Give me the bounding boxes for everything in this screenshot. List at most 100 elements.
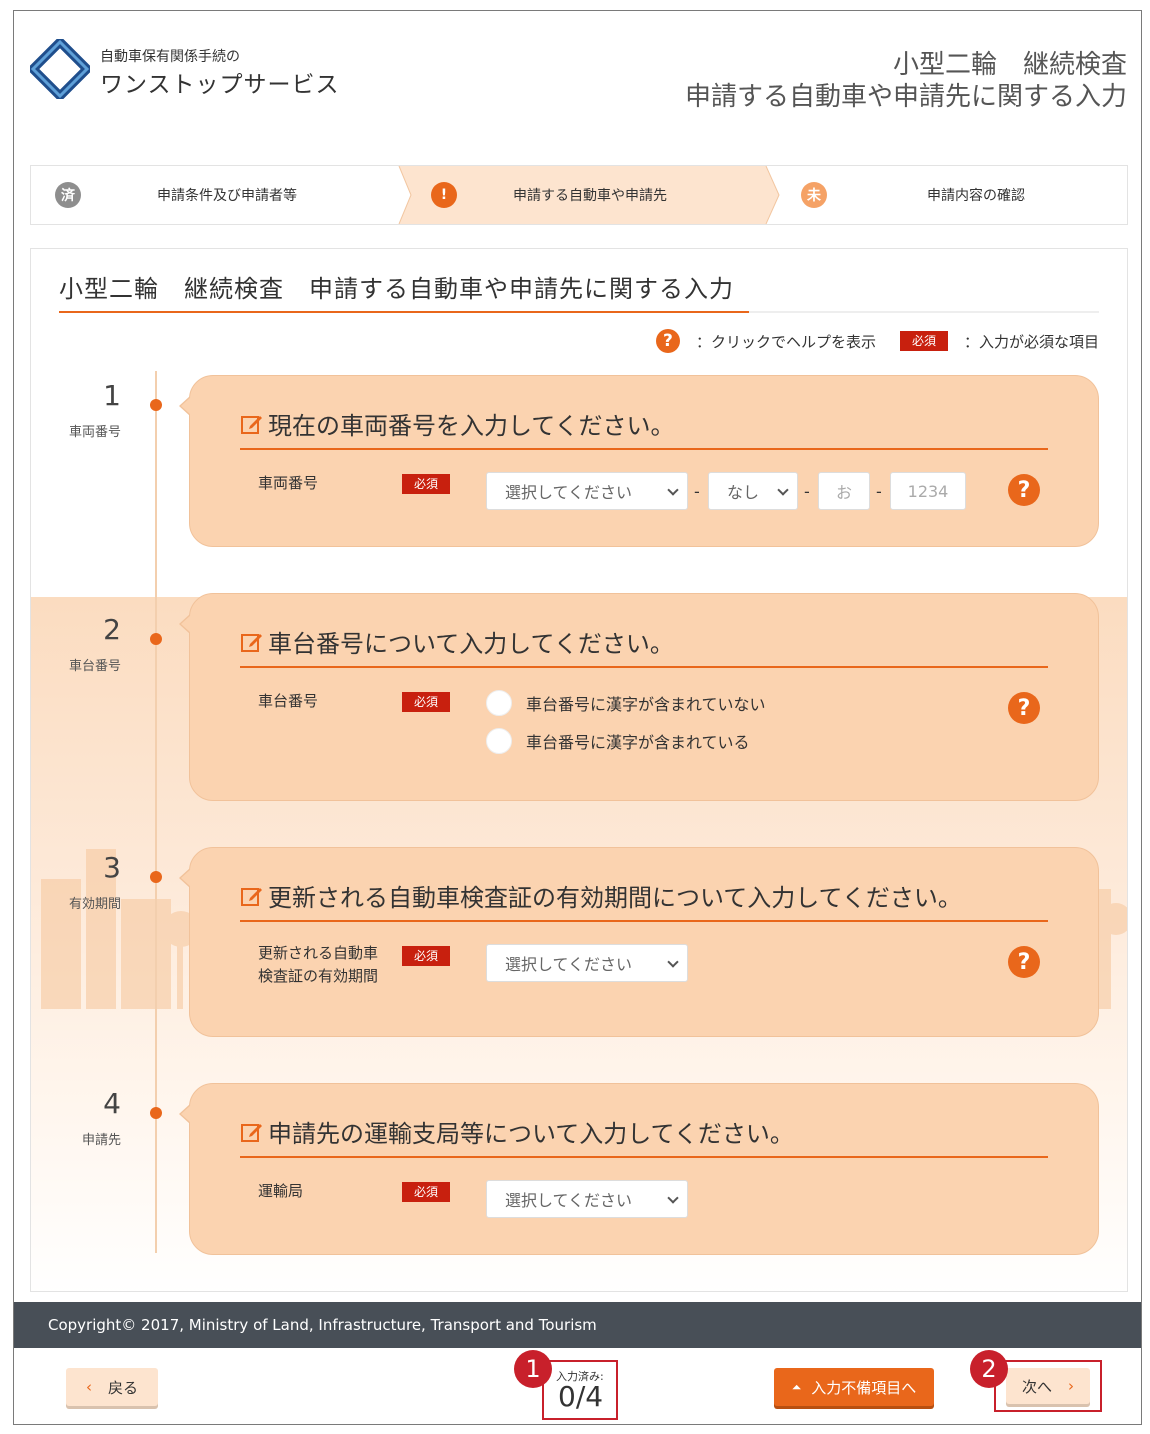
chevron-down-icon [667,956,679,968]
field-label-line2: 検査証の有効期間 [258,967,379,985]
section-heading-text: 現在の車両番号を入力してください。 [268,412,675,440]
timeline-line [155,371,157,1253]
select-value: 選択してください [505,955,633,974]
next-label: 次へ [1021,1377,1052,1396]
section-number: 3 [103,851,121,884]
edit-icon [241,1123,262,1142]
select-value: 選択してください [505,483,633,502]
section-card-vehicle-number: 現在の車両番号を入力してください。 車両番号 必須 選択してください - なし … [179,375,1099,547]
alert-badge-icon: ! [431,182,457,208]
section-heading: 申請先の運輸支局等について入力してください。 [240,1114,794,1149]
step-label: 申請する自動車や申請先 [513,188,667,204]
separator: - [804,482,810,501]
section-label: 車両番号 [68,425,121,440]
class-select[interactable]: なし [708,472,798,510]
progress-counter: 入力済み: 0/4 [542,1360,618,1420]
timeline-dot [150,399,162,411]
header-title-line1: 小型二輪 継続検査 [892,50,1127,80]
done-badge-icon: 済 [55,182,81,208]
required-badge: 必須 [402,946,451,966]
radio-button[interactable] [486,690,512,716]
step-vehicle: ! 申請する自動車や申請先 [401,166,781,224]
progress-stepper: 済 申請条件及び申請者等 ! 申請する自動車や申請先 未 申請内容の確認 [30,165,1128,225]
required-badge: 必須 [899,331,948,351]
radio-button[interactable] [486,728,512,754]
incomplete-items-button[interactable]: ⏶ 入力不備項目へ [774,1368,934,1406]
section-number: 4 [103,1087,121,1120]
required-badge: 必須 [402,1182,451,1202]
region-select[interactable]: 選択してください [486,472,688,510]
section-heading-text: 車台番号について入力してください。 [268,630,674,658]
field-label: 運輸局 [258,1182,304,1200]
legend: ? ：クリックでヘルプを表示 必須 ：入力が必須な項目 [655,329,1099,353]
header-title: 小型二輪 継続検査 申請する自動車や申請先に関する入力 [685,49,1127,113]
timeline-dot [150,1107,162,1119]
chevron-down-icon [667,484,679,496]
section-label: 申請先 [81,1133,121,1148]
radio-no-kanji[interactable]: 車台番号に漢字が含まれていない [486,690,766,716]
annotation-marker-1: 1 [514,1350,552,1388]
section-heading-text: 申請先の運輸支局等について入力してください。 [268,1120,794,1148]
chevron-right-icon: › [1068,1377,1074,1395]
section-card-office: 申請先の運輸支局等について入力してください。 運輸局 必須 選択してください [179,1083,1099,1255]
section-divider [240,666,1048,668]
logo-title: ワンストップサービス [100,72,340,98]
app-window: 自動車保有関係手続の ワンストップサービス 小型二輪 継続検査 申請する自動車や… [13,10,1142,1425]
section-divider [240,448,1048,450]
pending-badge-icon: 未 [801,182,827,208]
step-label: 申請条件及び申請者等 [157,188,297,204]
section-label: 有効期間 [68,897,121,912]
section-heading: 更新される自動車検査証の有効期間について入力してください。 [240,878,962,913]
bottom-bar: ‹ 戻る 入力済み: 0/4 1 ⏶ 入力不備項目へ 次へ › 2 [14,1348,1141,1424]
logo-subtitle: 自動車保有関係手続の [100,49,240,65]
edit-icon [241,415,262,434]
logo-icon [30,39,90,99]
section-heading: 現在の車両番号を入力してください。 [240,406,675,441]
chevron-down-icon [777,484,789,496]
footer-copyright: Copyright© 2017, Ministry of Land, Infra… [14,1302,1141,1348]
help-icon[interactable]: ? [1008,946,1040,978]
progress-value: 0/4 [558,1380,604,1413]
double-chevron-up-icon: ⏶ [791,1379,802,1394]
legend-required-text: ：入力が必須な項目 [963,332,1099,351]
select-value: 選択してください [505,1191,633,1210]
legend-help-text: ：クリックでヘルプを表示 [695,332,876,351]
kana-input[interactable]: お [818,472,870,510]
step-confirm: 未 申請内容の確認 [781,166,1129,224]
required-badge: 必須 [402,692,451,712]
help-icon[interactable]: ? [1008,692,1040,724]
section-heading: 車台番号について入力してください。 [240,624,674,659]
required-badge: 必須 [402,474,451,494]
field-label: 車台番号 [258,692,319,710]
section-card-chassis-number: 車台番号について入力してください。 車台番号 必須 車台番号に漢字が含まれていな… [179,593,1099,801]
section-label: 車台番号 [68,659,121,674]
radio-label: 車台番号に漢字が含まれていない [526,695,766,714]
section-number: 2 [103,613,121,646]
timeline-dot [150,633,162,645]
number-input[interactable]: 1234 [890,472,966,510]
section-number: 1 [103,379,121,412]
step-conditions: 済 申請条件及び申請者等 [31,166,401,224]
field-label: 車両番号 [258,474,319,492]
office-select[interactable]: 選択してください [486,1180,688,1218]
step-label: 申請内容の確認 [927,188,1025,204]
help-icon: ? [655,329,680,353]
annotation-marker-2: 2 [970,1350,1008,1388]
radio-has-kanji[interactable]: 車台番号に漢字が含まれている [486,728,750,754]
help-icon[interactable]: ? [1008,474,1040,506]
separator: - [876,482,882,501]
next-button[interactable]: 次へ › [1006,1368,1090,1404]
separator: - [694,482,700,501]
form-panel: 小型二輪 継続検査 申請する自動車や申請先に関する入力 ? ：クリックでヘルプを… [30,248,1128,1292]
section-card-validity: 更新される自動車検査証の有効期間について入力してください。 更新される自動車 検… [179,847,1099,1037]
radio-label: 車台番号に漢字が含まれている [526,733,750,752]
edit-icon [241,887,262,906]
field-label-line1: 更新される自動車 [258,944,379,962]
validity-select[interactable]: 選択してください [486,944,688,982]
chevron-left-icon: ‹ [85,1378,92,1396]
edit-icon [241,633,262,652]
chevron-down-icon [667,1192,679,1204]
page-title: 小型二輪 継続検査 申請する自動車や申請先に関する入力 [59,275,734,303]
back-button[interactable]: ‹ 戻る [66,1368,158,1406]
incomplete-label: 入力不備項目へ [811,1378,917,1397]
